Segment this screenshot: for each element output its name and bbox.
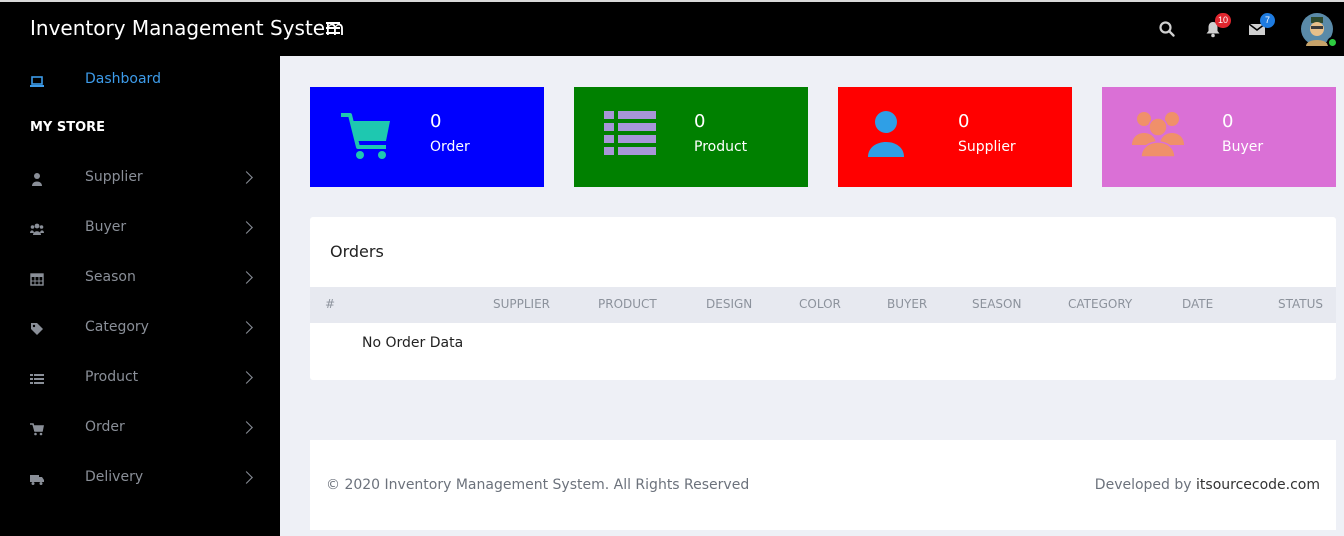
calendar-icon: [30, 271, 44, 286]
menu-toggle-icon[interactable]: [326, 22, 340, 34]
messages-envelope-icon[interactable]: 7: [1248, 13, 1275, 38]
sidebar-item-product[interactable]: Product: [0, 358, 280, 398]
sidebar-item-order[interactable]: Order: [0, 408, 280, 448]
footer-credit-prefix: Developed by: [1094, 477, 1197, 493]
sidebar-item-label: Category: [85, 319, 149, 335]
sidebar-item-label: Season: [85, 269, 136, 285]
footer-copyright: © 2020 Inventory Management System. All …: [326, 477, 750, 493]
column-header-date: DATE: [1182, 297, 1214, 311]
column-header-category: CATEGORY: [1068, 297, 1133, 311]
column-header-design: DESIGN: [706, 297, 753, 311]
order-stat-card[interactable]: 0 Order: [310, 87, 544, 187]
developer-link[interactable]: itsourcecode.com: [1196, 477, 1320, 493]
buyer-card-label: Buyer: [1222, 139, 1264, 155]
footer-credit: Developed by itsourcecode.com: [1095, 477, 1320, 493]
supplier-count: 0: [958, 111, 970, 132]
buyer-count: 0: [1222, 111, 1234, 132]
product-count: 0: [694, 111, 706, 132]
tags-icon: [30, 321, 44, 335]
user-icon: [866, 107, 922, 163]
column-header-season: SEASON: [972, 297, 1022, 311]
sidebar-item-label: Supplier: [85, 169, 143, 185]
sidebar-section-title: MY STORE: [30, 120, 106, 135]
cart-icon: [338, 107, 394, 163]
chevron-right-icon: [240, 471, 253, 484]
product-stat-card[interactable]: 0 Product: [574, 87, 808, 187]
product-card-label: Product: [694, 139, 748, 155]
orders-panel: Orders # SUPPLIER PRODUCT DESIGN COLOR B…: [310, 217, 1336, 380]
notification-bell-icon[interactable]: 10: [1204, 13, 1231, 38]
order-count: 0: [430, 111, 442, 132]
supplier-stat-card[interactable]: 0 Supplier: [838, 87, 1072, 187]
column-header-supplier: SUPPLIER: [493, 297, 551, 311]
chevron-right-icon: [240, 171, 253, 184]
column-header-number: #: [325, 297, 336, 311]
laptop-icon: [30, 73, 44, 87]
users-icon: [1130, 107, 1186, 163]
column-header-product: PRODUCT: [598, 297, 657, 311]
page-footer: © 2020 Inventory Management System. All …: [310, 440, 1336, 530]
order-card-label: Order: [430, 139, 470, 155]
notification-count-badge: 10: [1214, 13, 1231, 28]
column-header-status: STATUS: [1278, 297, 1324, 311]
sidebar-item-category[interactable]: Category: [0, 308, 280, 348]
sidebar-item-delivery[interactable]: Delivery: [0, 458, 280, 498]
sidebar-item-season[interactable]: Season: [0, 258, 280, 298]
sidebar-item-label: Product: [85, 369, 139, 385]
list-icon: [30, 371, 44, 385]
sidebar-item-label: Order: [85, 419, 125, 435]
sidebar-item-supplier[interactable]: Supplier: [0, 158, 280, 198]
chevron-right-icon: [240, 421, 253, 434]
truck-icon: [30, 471, 44, 485]
search-icon[interactable]: [1158, 20, 1176, 38]
chevron-right-icon: [240, 371, 253, 384]
list-icon: [602, 107, 658, 163]
column-header-buyer: BUYER: [887, 297, 928, 311]
sidebar-item-dashboard[interactable]: Dashboard: [0, 60, 280, 100]
chevron-right-icon: [240, 221, 253, 234]
supplier-card-label: Supplier: [958, 139, 1016, 155]
messages-count-badge: 7: [1260, 13, 1275, 28]
sidebar: Dashboard MY STORE Supplier Buyer Season…: [0, 56, 280, 536]
column-header-color: COLOR: [799, 297, 841, 311]
orders-empty-message: No Order Data: [362, 335, 464, 351]
online-status-dot: [1327, 37, 1338, 48]
app-title: Inventory Management System: [30, 16, 345, 40]
chevron-right-icon: [240, 271, 253, 284]
chevron-right-icon: [240, 321, 253, 334]
sidebar-item-label: Delivery: [85, 469, 144, 485]
orders-table-header: # SUPPLIER PRODUCT DESIGN COLOR BUYER SE…: [310, 287, 1336, 323]
buyer-stat-card[interactable]: 0 Buyer: [1102, 87, 1336, 187]
top-header: Inventory Management System 10 7: [0, 0, 1344, 56]
user-icon: [30, 171, 44, 186]
sidebar-item-label: Buyer: [85, 219, 127, 235]
cart-icon: [30, 421, 44, 436]
users-icon: [30, 221, 44, 235]
sidebar-item-label: Dashboard: [85, 71, 161, 87]
orders-panel-title: Orders: [330, 242, 384, 261]
sidebar-item-buyer[interactable]: Buyer: [0, 208, 280, 248]
